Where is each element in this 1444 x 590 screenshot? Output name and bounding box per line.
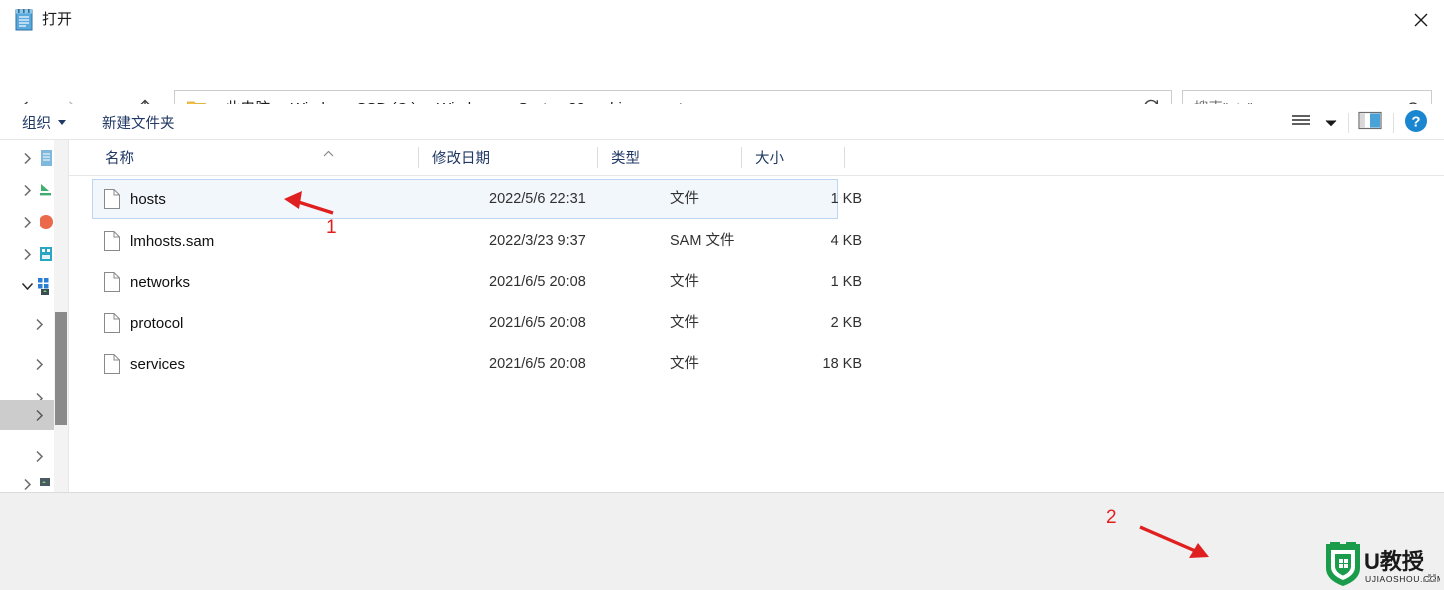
help-icon: ? (1404, 109, 1428, 138)
title-bar: 打开 (0, 0, 1444, 40)
navigation-pane-scrollbar-thumb[interactable] (55, 312, 67, 425)
preview-pane-icon (1358, 111, 1382, 135)
table-row[interactable]: lmhosts.sam 2022/3/23 9:37 SAM 文件 4 KB (92, 221, 862, 261)
cell-size: 1 KB (830, 273, 862, 290)
file-icon (104, 354, 120, 379)
toolbar-divider (1348, 113, 1349, 133)
cell-date: 2021/6/5 20:08 (489, 314, 586, 331)
column-header-date-label: 修改日期 (432, 151, 490, 167)
nav-tree-item[interactable] (0, 468, 54, 492)
chevron-down-icon (1325, 114, 1337, 132)
file-list-pane: 名称 修改日期 类型 大小 hosts 2022/5/6 22:31 文件 1 … (69, 140, 1444, 492)
chevron-right-icon[interactable] (30, 348, 48, 380)
toolbar-divider (1393, 113, 1394, 133)
command-bar: 组织 新建文件夹 ? (0, 104, 1444, 140)
chevron-right-icon[interactable] (18, 206, 36, 238)
cell-name: networks (130, 273, 191, 291)
nav-tree-item[interactable] (0, 348, 54, 380)
network-icon (40, 476, 54, 492)
cell-type: 文件 (670, 273, 699, 290)
column-header-type[interactable]: 类型 (598, 140, 741, 175)
column-header-type-label: 类型 (611, 151, 640, 167)
new-folder-label: 新建文件夹 (102, 115, 175, 132)
dialog-footer: 文件名(N): 所有文件 (*.*) 编码: 自动检测 打开 (0, 493, 1444, 590)
chevron-right-icon[interactable] (18, 468, 36, 492)
file-icon (104, 189, 120, 214)
column-divider[interactable] (844, 147, 845, 168)
cell-type: 文件 (670, 355, 699, 372)
organize-label: 组织 (22, 115, 51, 132)
nav-tree-item-selected[interactable] (0, 400, 54, 430)
chevron-right-icon[interactable] (30, 400, 48, 430)
file-icon (104, 272, 120, 297)
cell-size: 4 KB (830, 232, 862, 249)
annotation-label-1: 1 (326, 217, 337, 238)
music-icon (39, 214, 54, 230)
navigation-pane (0, 140, 54, 492)
cell-date: 2021/6/5 20:08 (489, 355, 586, 372)
open-file-dialog: 打开 搜索"etc" 组织 新建文件夹 ? 名称 修改日期 类型 大小 host… (0, 0, 1444, 590)
file-icon (104, 313, 120, 338)
pictures-icon (40, 246, 54, 262)
navigation-bar: › 此电脑 › Windows-SSD (C:) › Windows › Sys… (0, 40, 1444, 128)
organize-button[interactable]: 组织 (16, 106, 72, 138)
watermark-logo: U教授 UJIAOSHOU.COM (1324, 542, 1444, 588)
svg-text:?: ? (1411, 113, 1420, 130)
table-row[interactable]: services 2021/6/5 20:08 文件 18 KB (92, 344, 862, 384)
view-mode-button[interactable] (1290, 110, 1312, 136)
cell-type: 文件 (670, 314, 699, 331)
nav-tree-item[interactable] (0, 238, 54, 270)
chevron-down-icon (58, 119, 66, 125)
cell-date: 2022/3/23 9:37 (489, 232, 586, 249)
cell-name: services (130, 355, 186, 373)
column-header-row: 名称 修改日期 类型 大小 (69, 140, 1444, 176)
help-button[interactable]: ? (1404, 109, 1428, 138)
file-icon (104, 231, 120, 256)
cell-size: 18 KB (822, 355, 863, 372)
preview-pane-button[interactable] (1358, 110, 1382, 136)
cell-size: 2 KB (830, 314, 862, 331)
nav-tree-item[interactable] (0, 174, 54, 206)
annotation-label-2: 2 (1106, 507, 1117, 528)
chevron-right-icon[interactable] (18, 142, 36, 174)
this-pc-icon (38, 278, 54, 295)
view-mode-dropdown[interactable] (1325, 110, 1337, 136)
downloads-icon (40, 182, 54, 198)
table-row[interactable]: protocol 2021/6/5 20:08 文件 2 KB (92, 303, 862, 343)
watermark-brand: U教授 (1364, 549, 1425, 574)
nav-tree-item[interactable] (0, 206, 54, 238)
column-header-date[interactable]: 修改日期 (419, 140, 597, 175)
new-folder-button[interactable]: 新建文件夹 (96, 106, 181, 138)
chevron-right-icon[interactable] (18, 238, 36, 270)
column-header-size[interactable]: 大小 (742, 140, 844, 175)
cell-name: hosts (130, 190, 166, 208)
chevron-right-icon[interactable] (30, 308, 48, 340)
window-title: 打开 (42, 11, 73, 28)
column-header-size-label: 大小 (755, 151, 784, 167)
close-button[interactable] (1398, 0, 1444, 40)
sort-ascending-icon (323, 145, 334, 157)
cell-type: 文件 (670, 190, 699, 207)
nav-tree-item[interactable] (0, 308, 54, 340)
notepad-icon (14, 9, 34, 31)
cell-name: protocol (130, 314, 184, 332)
column-header-name-label: 名称 (105, 151, 134, 167)
chevron-down-icon[interactable] (18, 270, 36, 302)
cell-date: 2022/5/6 22:31 (489, 190, 586, 207)
table-row[interactable]: networks 2021/6/5 20:08 文件 1 KB (92, 262, 862, 302)
nav-tree-item[interactable] (0, 142, 54, 174)
cell-type: SAM 文件 (670, 232, 735, 249)
cell-date: 2021/6/5 20:08 (489, 273, 586, 290)
list-view-icon (1290, 113, 1312, 134)
column-header-name[interactable]: 名称 (92, 140, 422, 175)
nav-tree-item-this-pc[interactable] (0, 270, 54, 302)
table-row[interactable]: hosts 2022/5/6 22:31 文件 1 KB (92, 179, 862, 219)
cell-size: 1 KB (830, 190, 862, 207)
cell-name: lmhosts.sam (130, 232, 215, 250)
documents-icon (40, 150, 54, 166)
chevron-right-icon[interactable] (18, 174, 36, 206)
